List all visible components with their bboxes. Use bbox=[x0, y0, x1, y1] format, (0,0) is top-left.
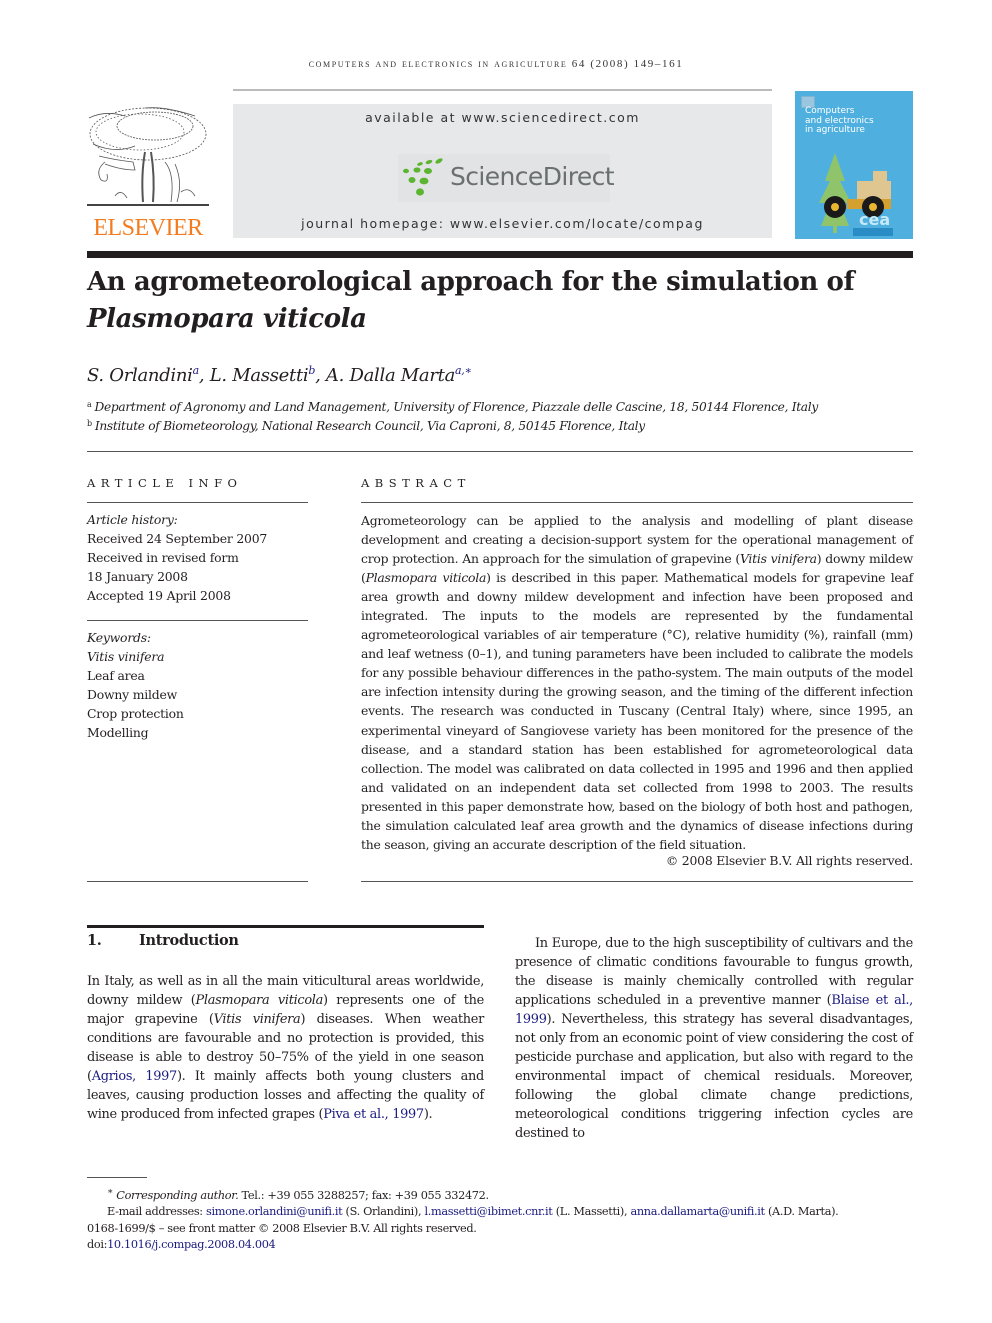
footnotes: ∗ Corresponding author. Tel.: +39 055 32… bbox=[87, 1184, 917, 1254]
article-history: Article history: Received 24 September 2… bbox=[87, 512, 268, 603]
abstract-body: Agrometeorology can be applied to the an… bbox=[361, 513, 914, 852]
introduction-paragraph-2: In Europe, due to the high susceptibilit… bbox=[515, 936, 913, 1142]
email-link[interactable]: simone.orlandini@unifi.it bbox=[206, 1205, 343, 1218]
article-info-rule bbox=[87, 502, 308, 503]
author-affiliation-mark[interactable]: b bbox=[308, 364, 315, 377]
elsevier-logo[interactable]: ELSEVIER bbox=[85, 104, 211, 242]
article-title: An agrometeorological approach for the s… bbox=[87, 267, 855, 334]
author-name[interactable]: S. Orlandini bbox=[87, 365, 193, 386]
author-name[interactable]: A. Dalla Marta bbox=[326, 365, 455, 386]
abstract-bottom-rule bbox=[361, 881, 913, 882]
email-addresses: E-mail addresses: simone.orlandini@unifi… bbox=[107, 1205, 839, 1219]
section-heading-introduction: 1. Introduction bbox=[87, 932, 239, 949]
email-link[interactable]: l.massetti@ibimet.cnr.it bbox=[424, 1205, 552, 1218]
sciencedirect-available-link[interactable]: available at www.sciencedirect.com bbox=[233, 110, 772, 125]
sciencedirect-banner: available at www.sciencedirect.com Scien… bbox=[233, 104, 772, 238]
author-list: S. Orlandinia, L. Massettib, A. Dalla Ma… bbox=[87, 364, 472, 386]
header-rule bbox=[233, 89, 772, 91]
introduction-paragraph-1: In Italy, as well as in all the main vit… bbox=[87, 974, 484, 1123]
keyword-item: Downy mildew bbox=[87, 687, 178, 702]
author-affiliation-mark[interactable]: a,∗ bbox=[455, 364, 472, 377]
title-rule bbox=[87, 251, 913, 258]
keyword-item: Crop protection bbox=[87, 706, 184, 721]
keyword-item: Vitis vinifera bbox=[87, 649, 165, 664]
footnote-rule bbox=[87, 1177, 147, 1178]
affiliations-rule bbox=[87, 451, 913, 452]
doi-line: doi:10.1016/j.compag.2008.04.004 bbox=[87, 1238, 276, 1252]
article-info-heading: ARTICLE INFO bbox=[87, 476, 243, 490]
article-info-bottom-rule bbox=[87, 881, 308, 882]
keywords-list: Keywords: Vitis vinifera Leaf area Downy… bbox=[87, 628, 308, 742]
citation-link[interactable]: Piva et al., 1997 bbox=[323, 1107, 424, 1122]
abstract-heading: ABSTRACT bbox=[361, 476, 471, 490]
affiliation-b: b Institute of Biometeorology, National R… bbox=[87, 419, 645, 433]
doi-link[interactable]: 10.1016/j.compag.2008.04.004 bbox=[107, 1238, 276, 1251]
section-rule bbox=[87, 925, 484, 928]
front-matter-note: 0168-1699/$ – see front matter © 2008 El… bbox=[87, 1221, 477, 1235]
sciencedirect-dots-icon bbox=[403, 158, 443, 196]
abstract-rule bbox=[361, 502, 913, 503]
citation-link[interactable]: Agrios, 1997 bbox=[92, 1069, 178, 1084]
running-head: Computers and Electronics in Agriculture… bbox=[308, 58, 684, 70]
keywords-rule bbox=[87, 620, 308, 621]
keyword-item: Modelling bbox=[87, 725, 149, 740]
journal-homepage-link[interactable]: journal homepage: www.elsevier.com/locat… bbox=[233, 216, 772, 231]
author-name[interactable]: L. Massetti bbox=[210, 365, 309, 386]
keyword-item: Leaf area bbox=[87, 668, 145, 683]
corresponding-author-note: ∗ Corresponding author. Tel.: +39 055 32… bbox=[107, 1186, 489, 1202]
journal-cover[interactable]: Computers and electronics in agriculture… bbox=[795, 91, 913, 239]
author-affiliation-mark[interactable]: a bbox=[193, 364, 200, 377]
cover-badge: cea bbox=[859, 210, 890, 229]
sciencedirect-wordmark: ScienceDirect bbox=[450, 162, 615, 191]
abstract-copyright: © 2008 Elsevier B.V. All rights reserved… bbox=[665, 853, 913, 868]
sciencedirect-logo[interactable]: ScienceDirect bbox=[398, 154, 615, 202]
elsevier-tree-icon bbox=[87, 107, 209, 206]
elsevier-wordmark: ELSEVIER bbox=[93, 215, 203, 241]
email-link[interactable]: anna.dallamarta@unifi.it bbox=[630, 1205, 765, 1218]
affiliation-a: a Department of Agronomy and Land Managem… bbox=[87, 400, 818, 414]
cover-tractor-tree-icon: cea bbox=[819, 153, 893, 236]
